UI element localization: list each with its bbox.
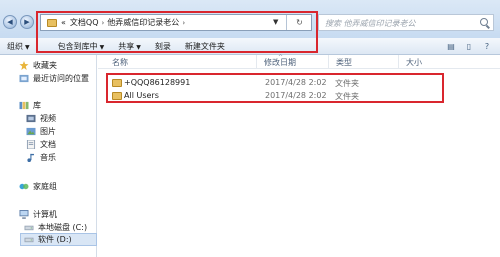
- column-size[interactable]: 大小: [406, 57, 422, 68]
- new-folder-button[interactable]: 新建文件夹: [178, 41, 232, 52]
- organize-menu[interactable]: 组织 ▼: [0, 41, 37, 52]
- column-name[interactable]: 名称: [112, 57, 128, 68]
- computer-icon: [19, 210, 29, 219]
- column-date-modified[interactable]: 修改日期: [264, 57, 296, 68]
- nav-videos[interactable]: 视频: [26, 112, 123, 125]
- breadcrumb-separator-end[interactable]: ›: [182, 19, 185, 27]
- nav-label: 视频: [40, 114, 56, 123]
- nav-recent-places[interactable]: 最近访问的位置: [19, 72, 116, 85]
- star-icon: [19, 61, 29, 70]
- nav-label: 计算机: [33, 210, 57, 219]
- music-icon: [27, 153, 34, 162]
- include-in-library-label: 包含到库中: [57, 41, 98, 51]
- preview-pane-icon[interactable]: ▯: [464, 41, 474, 51]
- search-input[interactable]: 搜索 他弄威信印记录老公: [318, 14, 494, 31]
- folder-icon: [112, 92, 122, 100]
- include-in-library-menu[interactable]: 包含到库中 ▼: [51, 41, 112, 52]
- nav-label: 软件 (D:): [38, 235, 72, 244]
- file-type: 文件夹: [335, 79, 359, 88]
- organize-label: 组织: [7, 41, 23, 51]
- nav-libraries[interactable]: 库: [19, 99, 116, 112]
- help-icon[interactable]: ?: [482, 41, 492, 51]
- address-bar[interactable]: « 文档QQ › 他弄威信印记录老公 › ▼ ↻: [40, 14, 312, 31]
- share-label: 共享: [118, 41, 135, 51]
- nav-drive-d[interactable]: 软件 (D:): [20, 233, 97, 246]
- folder-icon: [47, 18, 57, 27]
- nav-homegroup[interactable]: 家庭组: [19, 180, 116, 193]
- chevron-down-icon: ▼: [136, 43, 141, 51]
- homegroup-icon: [19, 183, 29, 190]
- refresh-icon[interactable]: ↻: [286, 15, 312, 30]
- title-address-bar: ◀ ▶ « 文档QQ › 他弄威信印记录老公 › ▼ ↻ 搜索 他弄威信印记录老…: [0, 0, 500, 38]
- burn-button[interactable]: 刻录: [148, 41, 178, 52]
- file-date: 2017/4/28 2:02: [265, 91, 327, 100]
- chevron-down-icon[interactable]: ▼: [273, 18, 278, 26]
- drive-icon: [24, 225, 34, 231]
- nav-label: 音乐: [40, 153, 56, 162]
- nav-label: 文档: [40, 140, 56, 149]
- view-controls: ▤ ▯ ?: [446, 41, 492, 51]
- search-icon[interactable]: [480, 18, 488, 26]
- file-type: 文件夹: [335, 92, 359, 101]
- chevron-down-icon: ▼: [99, 43, 105, 51]
- recent-places-icon: [19, 74, 29, 83]
- file-date: 2017/4/28 2:02: [265, 78, 327, 87]
- command-toolbar: 组织 ▼ 包含到库中 ▼ 共享 ▼ 刻录 新建文件夹 ▤ ▯ ?: [0, 38, 500, 55]
- nav-label: 本地磁盘 (C:): [38, 223, 88, 232]
- column-type[interactable]: 类型: [336, 57, 352, 68]
- nav-music[interactable]: 音乐: [26, 151, 123, 164]
- column-divider[interactable]: [328, 55, 329, 69]
- forward-button[interactable]: ▶: [20, 15, 34, 29]
- back-button[interactable]: ◀: [3, 15, 17, 29]
- nav-documents[interactable]: 文档: [26, 138, 123, 151]
- column-header: 名称 ^ 修改日期 类型 大小: [98, 54, 500, 69]
- nav-label: 家庭组: [33, 182, 57, 191]
- chevron-down-icon: ▼: [25, 43, 30, 51]
- breadcrumb-separator[interactable]: ›: [102, 19, 105, 27]
- column-divider[interactable]: [256, 55, 257, 69]
- drive-icon: [24, 237, 34, 243]
- search-placeholder: 搜索 他弄威信印记录老公: [325, 19, 416, 28]
- nav-label: 库: [33, 101, 41, 110]
- file-name: All Users: [124, 91, 159, 100]
- breadcrumb-documents-qq[interactable]: 文档QQ: [70, 17, 99, 28]
- picture-icon: [26, 127, 36, 136]
- address-prefix[interactable]: «: [61, 18, 66, 27]
- file-name: +QQQ86128991: [124, 78, 191, 87]
- nav-label: 收藏夹: [33, 61, 57, 70]
- view-options-icon[interactable]: ▤: [446, 41, 456, 51]
- nav-computer[interactable]: 计算机: [19, 208, 116, 221]
- file-row[interactable]: All Users 2017/4/28 2:02 文件夹: [112, 91, 442, 103]
- video-icon: [26, 114, 36, 123]
- nav-pictures[interactable]: 图片: [26, 125, 123, 138]
- file-row[interactable]: +QQQ86128991 2017/4/28 2:02 文件夹: [112, 78, 442, 90]
- column-divider[interactable]: [398, 55, 399, 69]
- folder-icon: [112, 79, 122, 87]
- breadcrumb-current-folder[interactable]: 他弄威信印记录老公: [107, 17, 179, 28]
- document-icon: [26, 140, 36, 149]
- share-menu[interactable]: 共享 ▼: [111, 41, 148, 52]
- navigation-pane: 收藏夹 最近访问的位置 库 视频 图片 文档 音乐 家庭组 计算机 本地磁盘 (…: [0, 55, 97, 257]
- nav-label: 图片: [40, 127, 56, 136]
- nav-label: 最近访问的位置: [33, 74, 89, 83]
- library-icon: [19, 101, 29, 110]
